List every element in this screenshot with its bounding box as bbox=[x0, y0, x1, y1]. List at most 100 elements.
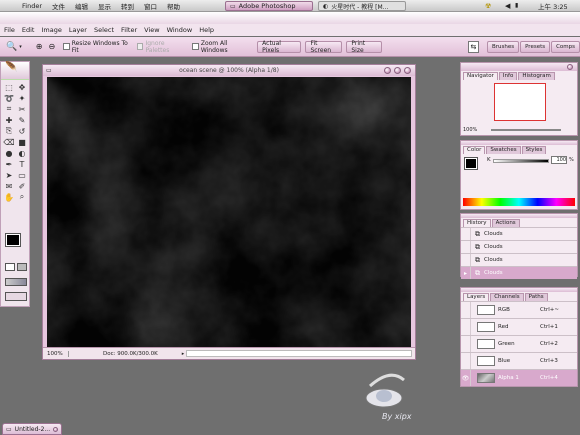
restore-button[interactable] bbox=[53, 426, 59, 432]
system-menu-2[interactable]: 显示 bbox=[98, 1, 111, 11]
eraser-tool-icon[interactable]: ⌫ bbox=[3, 137, 14, 147]
foreground-color[interactable] bbox=[5, 233, 21, 247]
canvas[interactable] bbox=[47, 77, 411, 347]
history-marker[interactable] bbox=[461, 241, 471, 253]
document-titlebar[interactable]: ▭ ocean scene @ 100% (Alpha 1/8) bbox=[43, 65, 415, 76]
type-tool-icon[interactable]: T bbox=[17, 159, 27, 169]
menu-window[interactable]: Window bbox=[167, 26, 193, 34]
dropdown-arrow[interactable]: ▾ bbox=[19, 44, 22, 50]
nav-close[interactable] bbox=[567, 64, 573, 70]
color-tab-color[interactable]: Color bbox=[463, 145, 486, 154]
history-marker[interactable] bbox=[461, 228, 471, 240]
slice-tool-icon[interactable]: ✂ bbox=[17, 104, 27, 114]
status-arrow[interactable]: ▸ bbox=[182, 351, 185, 357]
history-marker[interactable] bbox=[461, 254, 471, 266]
k-value[interactable]: 100 bbox=[551, 156, 567, 164]
healing-tool-icon[interactable]: ✚ bbox=[4, 115, 14, 125]
history-tab-history[interactable]: History bbox=[463, 218, 491, 227]
color-ramp[interactable] bbox=[463, 198, 575, 206]
visibility-eye-icon[interactable] bbox=[461, 319, 471, 335]
brush-tool-icon[interactable]: ✎ bbox=[17, 115, 27, 125]
navigator-titlebar[interactable] bbox=[461, 63, 577, 71]
color-tab-swatches[interactable]: Swatches bbox=[486, 145, 521, 154]
menu-select[interactable]: Select bbox=[94, 26, 114, 34]
visibility-eye-icon[interactable] bbox=[461, 302, 471, 318]
menu-layer[interactable]: Layer bbox=[69, 26, 87, 34]
ignore-checkbox[interactable] bbox=[136, 43, 144, 50]
history-item[interactable]: ⧉ Clouds bbox=[461, 240, 577, 253]
task-browser[interactable]: ◐ 火星时代 - 教程 [M... bbox=[318, 1, 406, 11]
minimized-window[interactable]: ▭ Untitled-2... bbox=[2, 423, 62, 435]
blur-tool-icon[interactable]: ● bbox=[4, 148, 14, 158]
zoom-level[interactable]: 100% bbox=[47, 350, 69, 357]
shape-tool-icon[interactable]: ▭ bbox=[17, 170, 27, 180]
history-item[interactable]: ⧉ Clouds bbox=[461, 253, 577, 266]
nav-tab-histogram[interactable]: Histogram bbox=[518, 71, 555, 80]
palette-toggle-icon[interactable]: ⇆ bbox=[467, 40, 479, 53]
radiation-icon[interactable]: ☢ bbox=[485, 2, 491, 10]
finder-menu[interactable]: Finder bbox=[22, 2, 42, 10]
quick-mask-icon[interactable] bbox=[5, 263, 15, 271]
notes-tool-icon[interactable]: ✉ bbox=[4, 181, 14, 191]
visibility-eye-icon[interactable]: 👁 bbox=[461, 370, 471, 386]
screen-mode-icon[interactable] bbox=[5, 278, 27, 286]
path-select-tool-icon[interactable]: ➤ bbox=[4, 170, 14, 180]
fg-swatch[interactable] bbox=[464, 157, 478, 170]
system-menu-4[interactable]: 窗口 bbox=[144, 1, 157, 11]
menu-help[interactable]: Help bbox=[199, 26, 214, 34]
dodge-tool-icon[interactable]: ◐ bbox=[17, 148, 27, 158]
channel-row[interactable]: RGB Ctrl+~ bbox=[461, 301, 577, 318]
menu-image[interactable]: Image bbox=[41, 26, 61, 34]
color-tab-styles[interactable]: Styles bbox=[521, 145, 547, 154]
history-item[interactable]: ⧉ Clouds bbox=[461, 227, 577, 240]
zoom-icon[interactable]: 🔍 bbox=[6, 42, 17, 52]
channel-row[interactable]: Green Ctrl+2 bbox=[461, 335, 577, 352]
marquee-tool-icon[interactable]: ⬚ bbox=[4, 82, 14, 92]
system-menu-0[interactable]: 文件 bbox=[52, 1, 65, 11]
close-button[interactable] bbox=[384, 67, 391, 74]
pen-tool-icon[interactable]: ✒ bbox=[4, 159, 14, 169]
hscroll[interactable] bbox=[186, 350, 413, 357]
mask-mode-icon[interactable] bbox=[17, 263, 27, 271]
minimize-button[interactable] bbox=[394, 67, 401, 74]
jump-icon[interactable] bbox=[5, 292, 27, 301]
visibility-eye-icon[interactable] bbox=[461, 353, 471, 369]
well-tab-presets[interactable]: Presets bbox=[520, 40, 551, 53]
zoom-slider[interactable] bbox=[491, 129, 561, 131]
layers-tab-channels[interactable]: Channels bbox=[490, 292, 524, 301]
system-menu-3[interactable]: 转到 bbox=[121, 1, 134, 11]
volume-icon[interactable]: ◀ bbox=[505, 2, 510, 10]
zoom-in-icon[interactable]: ⊕ bbox=[36, 42, 43, 51]
layers-tab-layers[interactable]: Layers bbox=[463, 292, 490, 301]
eyedropper-tool-icon[interactable]: ✐ bbox=[17, 181, 27, 191]
gradient-tool-icon[interactable]: ■ bbox=[17, 137, 27, 147]
menu-edit[interactable]: Edit bbox=[22, 26, 35, 34]
nav-tab-navigator[interactable]: Navigator bbox=[463, 71, 498, 80]
menu-view[interactable]: View bbox=[144, 26, 159, 34]
crop-tool-icon[interactable]: ⌗ bbox=[4, 104, 14, 114]
history-marker[interactable]: ▸ bbox=[461, 267, 471, 279]
magic-wand-tool-icon[interactable]: ✦ bbox=[17, 93, 27, 103]
task-photoshop[interactable]: ▭ Adobe Photoshop bbox=[225, 1, 313, 11]
menu-file[interactable]: File bbox=[4, 26, 15, 34]
well-tab-comps[interactable]: Comps bbox=[551, 40, 580, 53]
navigator-zoom[interactable]: 100% bbox=[463, 127, 477, 133]
k-slider[interactable] bbox=[493, 159, 549, 163]
channel-row[interactable]: Red Ctrl+1 bbox=[461, 318, 577, 335]
well-tab-brushes[interactable]: Brushes bbox=[486, 40, 520, 53]
actual-pixels-button[interactable]: Actual Pixels bbox=[257, 40, 302, 54]
history-item[interactable]: ▸ ⧉ Clouds bbox=[461, 266, 577, 279]
navigator-preview[interactable] bbox=[494, 83, 546, 121]
battery-icon[interactable]: ▮ bbox=[515, 2, 518, 9]
zoom-out-icon[interactable]: ⊖ bbox=[48, 42, 55, 51]
channel-row[interactable]: Blue Ctrl+3 bbox=[461, 352, 577, 369]
layers-tab-paths[interactable]: Paths bbox=[524, 292, 548, 301]
resize-checkbox[interactable] bbox=[63, 43, 70, 50]
stamp-tool-icon[interactable]: ⎘ bbox=[4, 126, 14, 136]
clock[interactable]: 上午 3:25 bbox=[538, 1, 568, 11]
maximize-button[interactable] bbox=[404, 67, 411, 74]
print-size-button[interactable]: Print Size bbox=[346, 40, 382, 54]
nav-tab-info[interactable]: Info bbox=[498, 71, 518, 80]
channel-row[interactable]: 👁 Alpha 1 Ctrl+4 bbox=[461, 369, 577, 386]
zoom-all-checkbox[interactable] bbox=[192, 43, 199, 50]
